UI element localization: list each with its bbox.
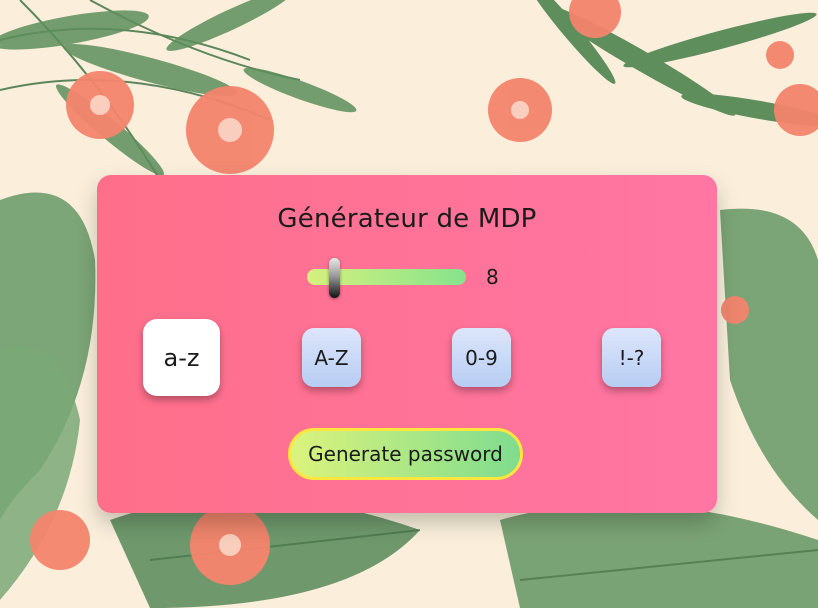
page-title: Générateur de MDP	[277, 204, 537, 234]
length-value: 8	[486, 265, 499, 289]
length-slider[interactable]	[307, 258, 466, 298]
lowercase-toggle[interactable]: a-z	[143, 319, 220, 396]
generate-password-button[interactable]: Generate password	[288, 428, 523, 480]
uppercase-toggle[interactable]: A-Z	[302, 328, 361, 387]
digits-toggle[interactable]: 0-9	[452, 328, 511, 387]
slider-thumb[interactable]	[329, 258, 340, 298]
generator-card: Générateur de MDP 8 a-z A-Z 0-9 !-? Gene…	[97, 175, 717, 513]
symbols-toggle[interactable]: !-?	[602, 328, 661, 387]
